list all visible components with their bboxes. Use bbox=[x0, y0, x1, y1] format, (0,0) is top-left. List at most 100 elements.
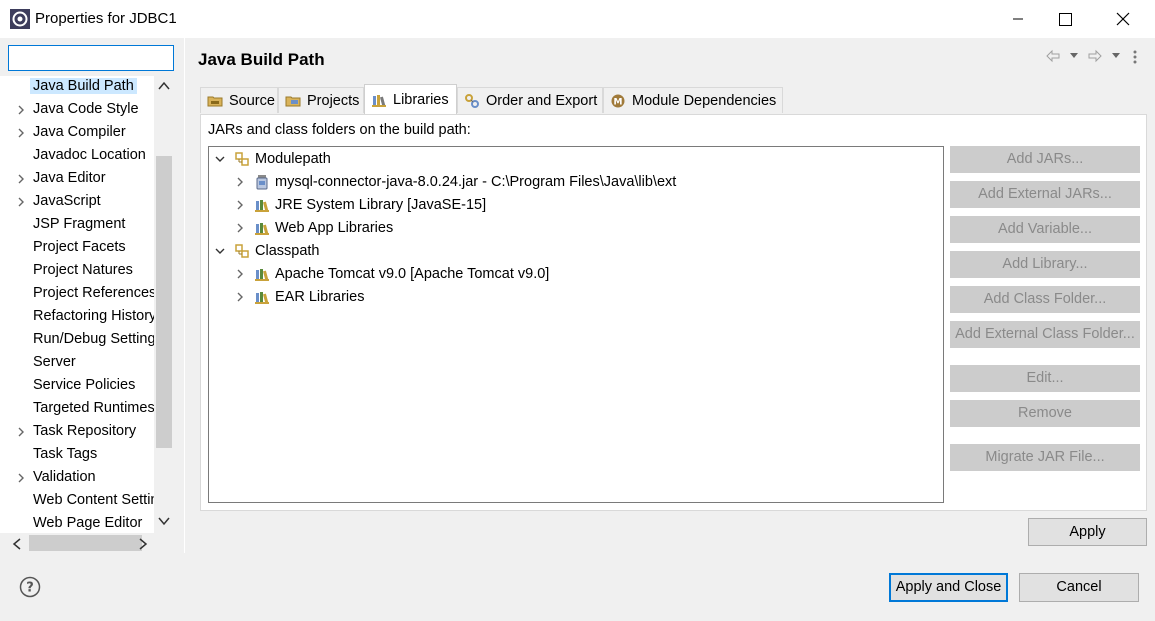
sidebar-item[interactable]: Project Facets bbox=[0, 237, 154, 260]
libraries-icon bbox=[372, 94, 386, 107]
sidebar-item[interactable]: Service Policies bbox=[0, 375, 154, 398]
sidebar-vertical-scrollbar[interactable] bbox=[154, 76, 174, 533]
forward-arrow-icon[interactable] bbox=[1087, 48, 1103, 64]
forward-dropdown-icon[interactable] bbox=[1111, 52, 1121, 60]
chevron-right-icon[interactable] bbox=[16, 127, 26, 139]
apply-button[interactable]: Apply bbox=[1028, 518, 1147, 546]
sidebar-item[interactable]: Java Build Path bbox=[0, 76, 154, 99]
add-library-button[interactable]: Add Library... bbox=[950, 251, 1140, 278]
library-icon bbox=[255, 268, 269, 281]
close-button[interactable] bbox=[1100, 0, 1146, 38]
scroll-up-icon[interactable] bbox=[158, 81, 170, 91]
tab-projects[interactable]: Projects bbox=[278, 87, 364, 113]
library-icon bbox=[255, 222, 269, 235]
add-external-jars-button[interactable]: Add External JARs... bbox=[950, 181, 1140, 208]
sidebar-item[interactable]: Java Editor bbox=[0, 168, 154, 191]
chevron-down-icon[interactable] bbox=[214, 153, 226, 165]
tab-label: Projects bbox=[307, 92, 360, 109]
remove-button[interactable]: Remove bbox=[950, 400, 1140, 427]
view-menu-icon[interactable] bbox=[1132, 49, 1138, 65]
sidebar-item[interactable]: Project References bbox=[0, 283, 154, 306]
tree-node-modulepath[interactable]: Modulepath bbox=[214, 147, 331, 170]
tree-node-classpath[interactable]: Classpath bbox=[214, 239, 319, 262]
scrollbar-thumb[interactable] bbox=[29, 535, 142, 551]
sidebar-item-label: Project References bbox=[33, 285, 154, 301]
minimize-button[interactable] bbox=[995, 0, 1041, 38]
sidebar-item[interactable]: Project Natures bbox=[0, 260, 154, 283]
sidebar-item[interactable]: Web Page Editor bbox=[0, 513, 154, 533]
window-title: Properties for JDBC1 bbox=[35, 10, 177, 27]
minimize-icon bbox=[1013, 18, 1023, 20]
add-variable-button[interactable]: Add Variable... bbox=[950, 216, 1140, 243]
sidebar-item[interactable]: Run/Debug Settings bbox=[0, 329, 154, 352]
sidebar-item[interactable]: Validation bbox=[0, 467, 154, 490]
sidebar-item[interactable]: Task Tags bbox=[0, 444, 154, 467]
chevron-right-icon[interactable] bbox=[16, 173, 26, 185]
sidebar-horizontal-scrollbar[interactable] bbox=[0, 533, 174, 553]
chevron-right-icon[interactable] bbox=[16, 426, 26, 438]
modulepath-icon bbox=[235, 151, 249, 166]
tab-libraries[interactable]: Libraries bbox=[364, 84, 457, 114]
apply-and-close-button[interactable]: Apply and Close bbox=[889, 573, 1008, 602]
back-arrow-icon[interactable] bbox=[1045, 48, 1061, 64]
chevron-right-icon[interactable] bbox=[234, 199, 246, 211]
tab-label: Order and Export bbox=[486, 92, 598, 109]
sidebar-item[interactable]: Refactoring History bbox=[0, 306, 154, 329]
cancel-button[interactable]: Cancel bbox=[1019, 573, 1139, 602]
main-panel: Java Build Path Source Projects Librarie… bbox=[185, 38, 1155, 553]
tree-node-apache-tomcat[interactable]: Apache Tomcat v9.0 [Apache Tomcat v9.0] bbox=[234, 262, 549, 285]
tree-node-label: Modulepath bbox=[255, 150, 331, 167]
tree-node-web-app-libraries[interactable]: Web App Libraries bbox=[234, 216, 393, 239]
tree-node-ear-libraries[interactable]: EAR Libraries bbox=[234, 285, 364, 308]
tab-label: Libraries bbox=[393, 91, 449, 108]
build-path-tree[interactable]: Modulepath mysql-connector-java-8.0.24.j… bbox=[208, 146, 944, 503]
maximize-button[interactable] bbox=[1042, 0, 1088, 38]
tab-source[interactable]: Source bbox=[200, 87, 278, 113]
sidebar-item-label: Project Facets bbox=[33, 239, 126, 255]
sidebar-item-label: Server bbox=[33, 354, 76, 370]
sidebar-item[interactable]: Task Repository bbox=[0, 421, 154, 444]
sidebar-item-label: Task Tags bbox=[33, 446, 98, 462]
scrollbar-thumb[interactable] bbox=[156, 156, 172, 448]
chevron-right-icon[interactable] bbox=[234, 268, 246, 280]
tree-node-mysql-jar[interactable]: mysql-connector-java-8.0.24.jar - C:\Pro… bbox=[234, 170, 676, 193]
add-jars-button[interactable]: Add JARs... bbox=[950, 146, 1140, 173]
sidebar-item[interactable]: Targeted Runtimes bbox=[0, 398, 154, 421]
filter-input[interactable] bbox=[8, 45, 174, 71]
sidebar-item[interactable]: Java Compiler bbox=[0, 122, 154, 145]
back-dropdown-icon[interactable] bbox=[1069, 52, 1079, 60]
sidebar-item[interactable]: JavaScript bbox=[0, 191, 154, 214]
sidebar-item[interactable]: Web Content Settings bbox=[0, 490, 154, 513]
sidebar-item[interactable]: Java Code Style bbox=[0, 99, 154, 122]
scroll-left-icon[interactable] bbox=[12, 538, 22, 550]
edit-button[interactable]: Edit... bbox=[950, 365, 1140, 392]
tab-order-and-export[interactable]: Order and Export bbox=[457, 87, 603, 113]
title-bar: Properties for JDBC1 bbox=[0, 0, 1155, 38]
library-icon bbox=[255, 199, 269, 212]
sidebar-item-label: Web Page Editor bbox=[33, 515, 143, 531]
dialog-footer: ? Apply and Close Cancel bbox=[0, 553, 1155, 621]
chevron-right-icon[interactable] bbox=[16, 196, 26, 208]
scroll-right-icon[interactable] bbox=[138, 538, 148, 550]
chevron-right-icon[interactable] bbox=[234, 176, 246, 188]
sidebar-item[interactable]: JSP Fragment bbox=[0, 214, 154, 237]
chevron-right-icon[interactable] bbox=[16, 104, 26, 116]
chevron-right-icon[interactable] bbox=[16, 472, 26, 484]
sidebar: Java Build Path Java Code Style Java Compi… bbox=[0, 38, 184, 553]
scroll-down-icon[interactable] bbox=[158, 516, 170, 526]
chevron-right-icon[interactable] bbox=[234, 222, 246, 234]
sidebar-item[interactable]: Javadoc Location bbox=[0, 145, 154, 168]
sidebar-item-label: Validation bbox=[33, 469, 96, 485]
tree-node-label: EAR Libraries bbox=[275, 288, 365, 305]
tab-module-dependencies[interactable]: M Module Dependencies bbox=[603, 87, 783, 113]
tree-node-label: Web App Libraries bbox=[275, 219, 394, 236]
chevron-right-icon[interactable] bbox=[234, 291, 246, 303]
tree-node-jre-system-library[interactable]: JRE System Library [JavaSE-15] bbox=[234, 193, 486, 216]
maximize-icon bbox=[1058, 12, 1072, 26]
add-external-class-folder-button[interactable]: Add External Class Folder... bbox=[950, 321, 1140, 348]
help-icon[interactable]: ? bbox=[19, 576, 41, 598]
add-class-folder-button[interactable]: Add Class Folder... bbox=[950, 286, 1140, 313]
sidebar-item[interactable]: Server bbox=[0, 352, 154, 375]
migrate-jar-button[interactable]: Migrate JAR File... bbox=[950, 444, 1140, 471]
chevron-down-icon[interactable] bbox=[214, 245, 226, 257]
